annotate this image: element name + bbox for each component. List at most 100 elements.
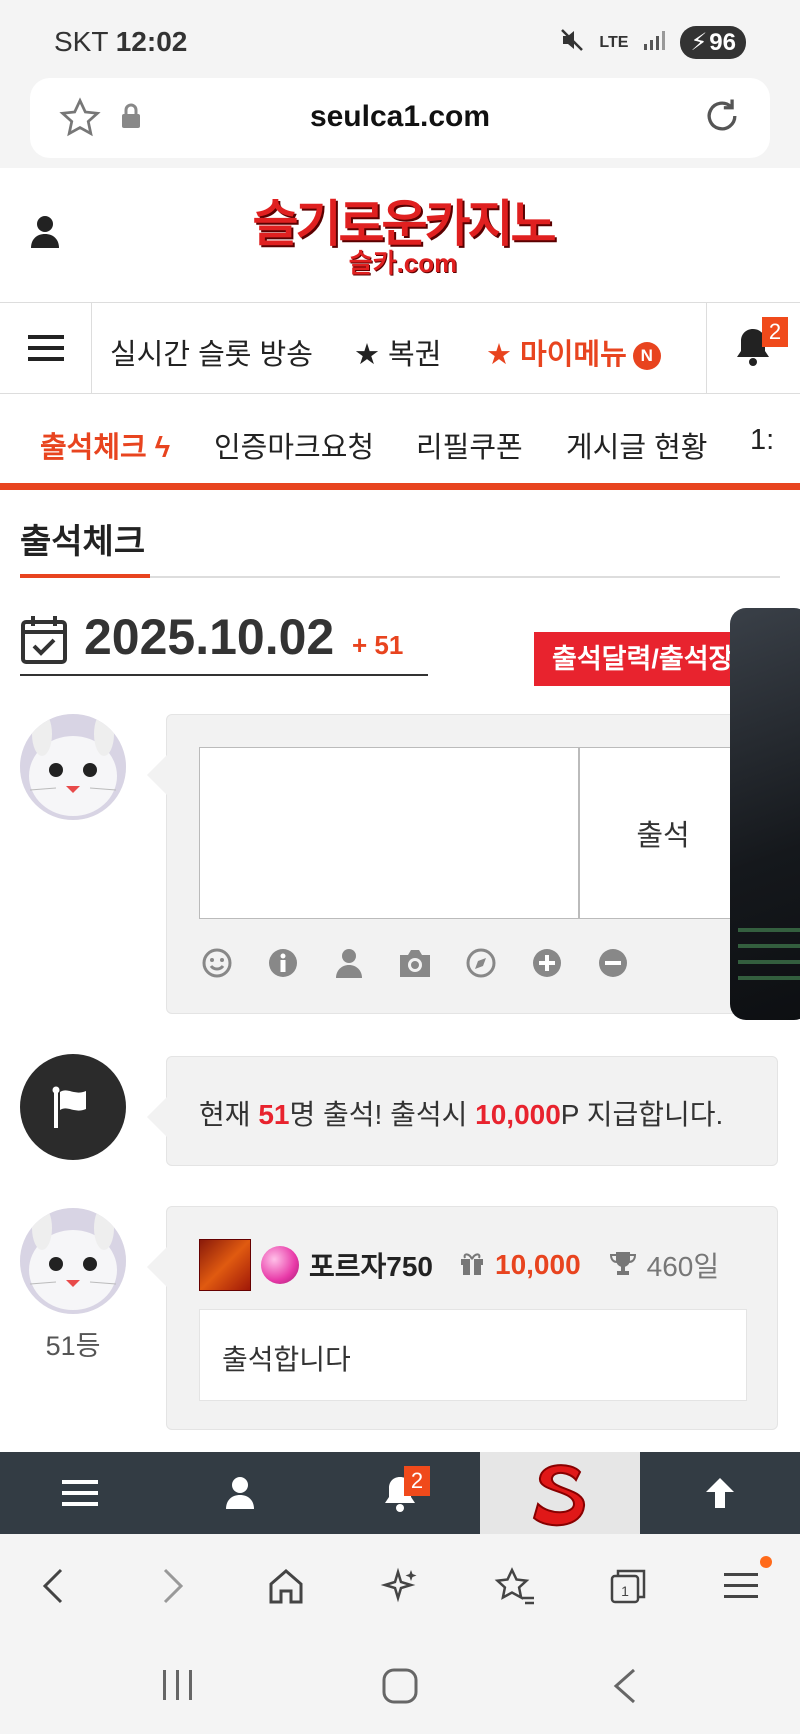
rabbit-avatar-icon [20,1208,126,1314]
user-icon[interactable] [30,214,60,255]
entry-message: 출석합니다 [199,1309,747,1401]
forward-icon[interactable] [148,1562,196,1610]
notice-text: 현재 51명 출석! 출석시 10,000P 지급합니다. [199,1093,723,1133]
bottom-notification-badge: 2 [404,1466,430,1496]
subnav-more[interactable]: 1: [750,424,774,457]
signal-icon [642,28,666,57]
notification-dot [760,1556,772,1568]
recent-apps-icon[interactable] [160,1668,196,1707]
system-nav-bar [0,1638,800,1734]
notice-mid: 명 출석! 출석시 [289,1099,476,1130]
browser-menu-icon[interactable] [718,1556,772,1610]
notification-button[interactable]: 2 [706,303,800,393]
banner-line [738,928,800,932]
subnav-attendance-label: 출석체크 [40,432,147,464]
attendance-submit-button[interactable]: 출석 [579,747,747,919]
gift-icon [459,1250,485,1281]
bottom-menu-button[interactable] [0,1452,160,1534]
section-title: 출석체크 [20,523,146,561]
attendance-entry: 포르자750 10,000 460일 출석합니다 [147,1206,778,1430]
rabbit-avatar-icon [20,714,126,820]
subnav-refill-coupon[interactable]: 리필쿠폰 [416,424,523,466]
status-right: LTE ⚡ 96 [559,26,746,59]
flag-icon [52,1086,86,1128]
site-bottom-bar: 2 [0,1452,800,1534]
status-bar: SKT 12:02 LTE ⚡ 96 [0,0,800,80]
nav-live-slots[interactable]: 실시간 슬롯 방송 [110,331,313,373]
back-icon[interactable] [30,1562,78,1610]
entry-days: 460일 [646,1251,720,1282]
avatar[interactable] [20,1208,126,1314]
status-left: SKT 12:02 [54,26,187,58]
camera-icon[interactable] [397,945,433,981]
editor-toolbar [199,945,631,981]
web-page: 슬기로운카지노 슬카.com 실시간 슬롯 방송 ★ 복권 ★ 마이메뉴 N 2 … [0,168,800,1452]
reload-icon[interactable] [700,94,744,143]
entry-points: 10,000 [495,1249,581,1280]
site-header: 슬기로운카지노 슬카.com [0,168,800,302]
subnav-attendance[interactable]: 출석체크 ϟ [40,424,170,466]
battery-level: 96 [709,28,736,56]
logo-sub-text: 슬카.com [348,248,458,278]
smile-icon[interactable] [199,945,235,981]
mute-icon [559,27,585,58]
notification-count-badge: 2 [762,317,788,347]
info-icon[interactable] [265,945,301,981]
bottom-user-button[interactable] [160,1452,320,1534]
main-nav: 실시간 슬롯 방송 ★ 복권 ★ 마이메뉴 N 2 [0,302,800,394]
browser-toolbar: 1 [0,1534,800,1638]
calendar-check-icon [20,614,68,671]
bottom-notification-button[interactable]: 2 [320,1452,480,1534]
notice-count: 51 [258,1099,290,1130]
sparkle-icon[interactable] [376,1562,424,1610]
url-bar[interactable]: seulca1.com [30,78,770,158]
section-divider-active [20,574,150,578]
scroll-top-button[interactable] [640,1452,800,1534]
hamburger-menu-button[interactable] [0,303,92,393]
svg-text:1: 1 [621,1583,629,1599]
notice-points: 10,000 [475,1099,561,1130]
arrow-up-icon [706,1478,734,1508]
banner-line [738,944,800,948]
site-logo[interactable]: 슬기로운카지노 슬카.com [248,198,558,278]
notice-prefix: 현재 [199,1099,259,1130]
new-badge: N [632,342,661,371]
avatar [20,714,126,820]
bottom-logo-button[interactable] [480,1452,640,1534]
floating-banner[interactable] [730,608,800,1020]
orb-icon [261,1246,299,1284]
user-icon[interactable] [331,945,367,981]
s-logo-icon [532,1464,585,1527]
carrier: SKT [54,26,108,57]
banner-line [738,976,800,980]
home-icon[interactable] [262,1562,310,1610]
nav-my-menu[interactable]: ★ 마이메뉴 N [486,331,661,373]
attendance-count-delta: + 51 [352,630,404,660]
entry-header: 포르자750 10,000 460일 [199,1239,719,1291]
rank-label: 51등 [45,1331,101,1361]
compass-icon[interactable] [463,945,499,981]
date-row: 2025.10.02 + 51 [20,608,428,676]
attendance-date: 2025.10.02 [84,609,335,665]
network-label: LTE [599,33,629,51]
plus-circle-icon[interactable] [529,945,565,981]
level-icon [199,1239,251,1291]
trophy-icon [609,1249,637,1282]
minus-circle-icon[interactable] [595,945,631,981]
lightning-icon: ϟ [154,432,171,464]
logo-main-text: 슬기로운카지노 [252,195,557,253]
attendance-write-box: 출석 [147,714,778,1014]
tabs-icon[interactable]: 1 [604,1562,652,1610]
clock: 12:02 [115,26,188,57]
home-button-icon[interactable] [382,1668,418,1709]
subnav-post-status[interactable]: 게시글 현황 [566,424,707,466]
system-back-icon[interactable] [612,1668,638,1709]
hamburger-icon [62,1480,98,1506]
notice-suffix: P 지급합니다. [560,1099,724,1130]
bookmarks-icon[interactable] [490,1562,538,1610]
subnav-cert-request[interactable]: 인증마크요청 [214,424,374,466]
nav-lotto[interactable]: ★ 복권 [354,331,441,373]
attendance-textarea[interactable] [199,747,579,919]
hamburger-icon [27,335,64,361]
nickname[interactable]: 포르자750 [309,1245,433,1285]
